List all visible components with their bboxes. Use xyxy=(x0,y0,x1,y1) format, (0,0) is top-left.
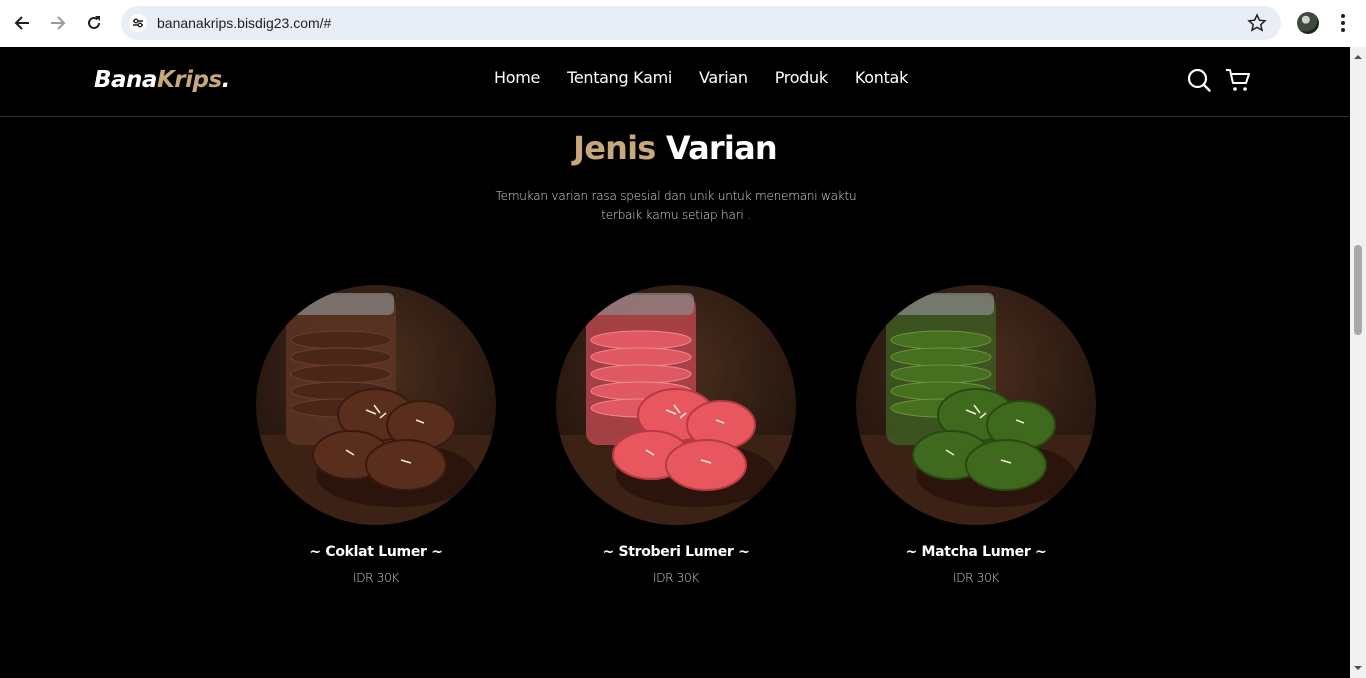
logo-part-1: Bana xyxy=(94,67,157,93)
nav-produk[interactable]: Produk xyxy=(775,68,828,87)
nav-kontak[interactable]: Kontak xyxy=(855,68,908,87)
variant-card-stroberi[interactable]: ~ Stroberi Lumer ~ IDR 30K xyxy=(556,285,796,585)
variant-card-matcha[interactable]: ~ Matcha Lumer ~ IDR 30K xyxy=(856,285,1096,585)
search-icon[interactable] xyxy=(1186,67,1212,93)
site-logo[interactable]: BanaKrips. xyxy=(94,67,230,93)
variant-price: IDR 30K xyxy=(653,571,699,585)
address-bar[interactable]: bananakrips.bisdig23.com/# xyxy=(121,6,1281,40)
nav-tentang-kami[interactable]: Tentang Kami xyxy=(567,68,672,87)
nav-home[interactable]: Home xyxy=(494,68,540,87)
scroll-thumb[interactable] xyxy=(1354,245,1362,335)
variant-name: ~ Coklat Lumer ~ xyxy=(309,544,443,560)
reload-icon xyxy=(88,16,100,29)
variant-image-stroberi xyxy=(556,285,796,525)
variant-image-coklat xyxy=(256,285,496,525)
page-scrollbar[interactable] xyxy=(1350,47,1366,678)
variant-price: IDR 30K xyxy=(953,571,999,585)
section-description: Temukan varian rasa spesial dan unik unt… xyxy=(495,189,857,222)
variant-name: ~ Stroberi Lumer ~ xyxy=(602,544,750,560)
variant-image-matcha xyxy=(856,285,1096,525)
back-button[interactable] xyxy=(11,12,33,34)
scroll-up-icon[interactable] xyxy=(1354,53,1362,61)
variant-price: IDR 30K xyxy=(353,571,399,585)
arrow-left-icon xyxy=(14,16,29,30)
logo-part-2: Krips xyxy=(156,67,222,93)
section-title-accent: Jenis xyxy=(573,129,656,167)
arrow-right-icon xyxy=(51,16,66,30)
section-title: Jenis Varian xyxy=(0,129,1350,167)
browser-toolbar: bananakrips.bisdig23.com/# xyxy=(0,0,1366,47)
variant-card-coklat[interactable]: ~ Coklat Lumer ~ IDR 30K xyxy=(256,285,496,585)
variant-name: ~ Matcha Lumer ~ xyxy=(905,544,1047,560)
site-header: BanaKrips. Home Tentang Kami Varian Prod… xyxy=(0,47,1350,117)
tune-icon[interactable] xyxy=(129,14,147,32)
kebab-menu-icon[interactable] xyxy=(1336,12,1350,34)
section-title-rest: Varian xyxy=(665,129,778,167)
profile-avatar[interactable] xyxy=(1297,12,1319,34)
shopping-cart-icon[interactable] xyxy=(1225,67,1251,93)
page-content: BanaKrips. Home Tentang Kami Varian Prod… xyxy=(0,47,1350,678)
url-text[interactable]: bananakrips.bisdig23.com/# xyxy=(157,15,331,31)
reload-button[interactable] xyxy=(83,12,105,34)
nav-varian[interactable]: Varian xyxy=(699,68,748,87)
forward-button[interactable] xyxy=(47,12,69,34)
scroll-down-icon[interactable] xyxy=(1354,664,1362,672)
star-icon[interactable] xyxy=(1247,13,1267,33)
logo-dot: . xyxy=(221,67,231,93)
main-nav: Home Tentang Kami Varian Produk Kontak xyxy=(494,68,908,87)
